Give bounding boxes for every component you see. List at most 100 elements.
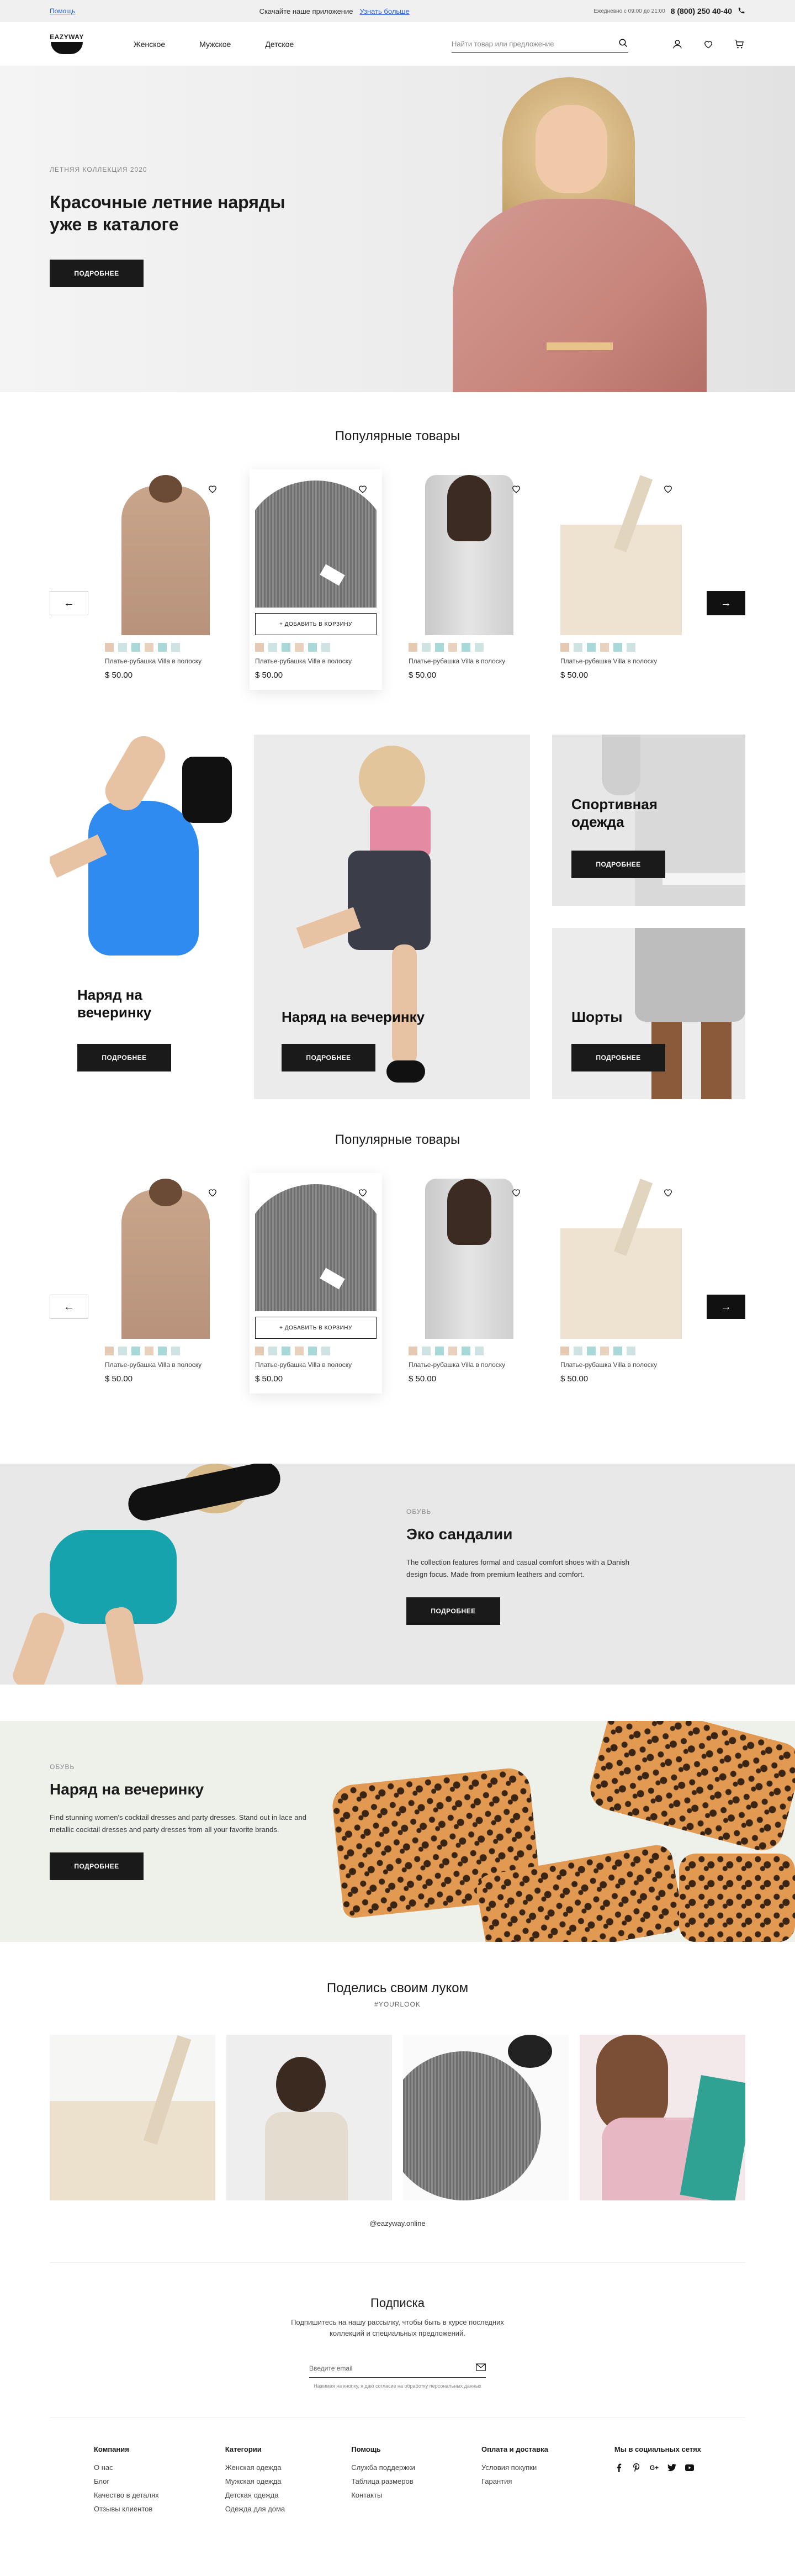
color-swatch[interactable]	[295, 1347, 304, 1355]
favorite-heart-icon[interactable]	[206, 483, 219, 495]
color-swatch[interactable]	[574, 1347, 582, 1355]
youtube-icon[interactable]	[685, 2463, 694, 2472]
color-swatch[interactable]	[574, 643, 582, 652]
search-icon[interactable]	[618, 38, 628, 50]
color-swatch[interactable]	[475, 1347, 484, 1355]
add-to-cart-button[interactable]: + ДОБАВИТЬ В КОРЗИНУ	[255, 613, 377, 635]
color-swatch[interactable]	[118, 643, 127, 652]
site-logo[interactable]: EAZYWAY	[50, 33, 84, 55]
color-swatch[interactable]	[613, 643, 622, 652]
cart-icon[interactable]	[733, 38, 745, 50]
color-swatch[interactable]	[600, 643, 609, 652]
favorite-heart-icon[interactable]	[357, 1186, 369, 1199]
color-swatch[interactable]	[462, 643, 470, 652]
add-to-cart-button[interactable]: + ДОБАВИТЬ В КОРЗИНУ	[255, 1317, 377, 1339]
phone-number[interactable]: 8 (800) 250 40-40	[671, 7, 732, 15]
category-card-party-2[interactable]: Наряд на вечеринку ПОДРОБНЕЕ	[254, 735, 530, 1099]
nav-men[interactable]: Мужское	[199, 40, 231, 49]
footer-link[interactable]: Блог	[94, 2477, 159, 2485]
wishlist-heart-icon[interactable]	[702, 38, 714, 50]
facebook-icon[interactable]	[614, 2463, 623, 2472]
gallery-image[interactable]	[403, 2035, 569, 2200]
carousel-prev-button[interactable]: ←	[50, 591, 88, 615]
product-image[interactable]: + ДОБАВИТЬ В КОРЗИНУ	[255, 1179, 377, 1339]
product-image[interactable]: + ДОБАВИТЬ В КОРЗИНУ	[255, 475, 377, 635]
product-card[interactable]: Платье-рубашка Villa в полоску $ 50.00	[560, 475, 682, 680]
product-name[interactable]: Платье-рубашка Villa в полоску	[105, 657, 226, 665]
email-field[interactable]: Введите email	[309, 2359, 486, 2378]
carousel-next-button[interactable]: →	[707, 591, 745, 615]
hero-more-button[interactable]: ПОДРОБНЕЕ	[50, 260, 144, 287]
color-swatch[interactable]	[131, 643, 140, 652]
color-swatch[interactable]	[627, 643, 635, 652]
footer-link[interactable]: Отзывы клиентов	[94, 2505, 159, 2513]
app-learn-more-link[interactable]: Узнать больше	[359, 7, 409, 15]
party-more-button[interactable]: ПОДРОБНЕЕ	[50, 1852, 144, 1880]
twitter-icon[interactable]	[667, 2463, 676, 2472]
favorite-heart-icon[interactable]	[510, 1186, 522, 1199]
phone-icon[interactable]	[738, 7, 745, 16]
color-swatch[interactable]	[462, 1347, 470, 1355]
favorite-heart-icon[interactable]	[662, 483, 674, 495]
color-swatch[interactable]	[409, 643, 417, 652]
product-name[interactable]: Платье-рубашка Villa в полоску	[255, 1361, 377, 1369]
color-swatch[interactable]	[321, 643, 330, 652]
color-swatch[interactable]	[268, 1347, 277, 1355]
product-image[interactable]	[105, 1179, 226, 1339]
category-more-button[interactable]: ПОДРОБНЕЕ	[571, 1044, 665, 1071]
color-swatch[interactable]	[600, 1347, 609, 1355]
favorite-heart-icon[interactable]	[510, 483, 522, 495]
product-card[interactable]: Платье-рубашка Villa в полоску $ 50.00	[560, 1179, 682, 1384]
product-name[interactable]: Платье-рубашка Villa в полоску	[560, 1361, 682, 1369]
color-swatch[interactable]	[308, 1347, 317, 1355]
pinterest-icon[interactable]	[632, 2463, 641, 2472]
product-card[interactable]: + ДОБАВИТЬ В КОРЗИНУ Платье-рубашка Vill…	[250, 1173, 382, 1393]
product-image[interactable]	[409, 1179, 530, 1339]
eco-more-button[interactable]: ПОДРОБНЕЕ	[406, 1597, 500, 1625]
color-swatch[interactable]	[560, 643, 569, 652]
footer-link[interactable]: Женская одежда	[225, 2463, 285, 2472]
color-swatch[interactable]	[131, 1347, 140, 1355]
footer-link[interactable]: Служба поддержки	[351, 2463, 415, 2472]
nav-women[interactable]: Женское	[134, 40, 165, 49]
product-card[interactable]: Платье-рубашка Villa в полоску $ 50.00	[409, 1179, 530, 1384]
product-image[interactable]	[560, 475, 682, 635]
color-swatch[interactable]	[145, 1347, 153, 1355]
nav-kids[interactable]: Детское	[265, 40, 294, 49]
footer-link[interactable]: Одежда для дома	[225, 2505, 285, 2513]
color-swatch[interactable]	[171, 1347, 180, 1355]
favorite-heart-icon[interactable]	[357, 483, 369, 495]
help-link[interactable]: Помощь	[50, 7, 75, 15]
account-icon[interactable]	[671, 38, 683, 50]
category-more-button[interactable]: ПОДРОБНЕЕ	[571, 851, 665, 878]
product-name[interactable]: Платье-рубашка Villa в полоску	[409, 657, 530, 665]
color-swatch[interactable]	[435, 1347, 444, 1355]
product-card[interactable]: + ДОБАВИТЬ В КОРЗИНУ Платье-рубашка Vill…	[250, 469, 382, 690]
instagram-handle[interactable]: @eazyway.online	[0, 2219, 795, 2227]
footer-link[interactable]: Гарантия	[481, 2477, 548, 2485]
footer-link[interactable]: Детская одежда	[225, 2491, 285, 2499]
color-swatch[interactable]	[171, 643, 180, 652]
color-swatch[interactable]	[295, 643, 304, 652]
favorite-heart-icon[interactable]	[662, 1186, 674, 1199]
color-swatch[interactable]	[282, 1347, 290, 1355]
footer-link[interactable]: Условия покупки	[481, 2463, 548, 2472]
product-name[interactable]: Платье-рубашка Villa в полоску	[105, 1361, 226, 1369]
gallery-image[interactable]	[226, 2035, 392, 2200]
color-swatch[interactable]	[255, 1347, 264, 1355]
product-card[interactable]: Платье-рубашка Villa в полоску $ 50.00	[105, 1179, 226, 1384]
color-swatch[interactable]	[145, 643, 153, 652]
search-input[interactable]: Найти товар или предложение	[452, 35, 628, 53]
gallery-image[interactable]	[50, 2035, 215, 2200]
color-swatch[interactable]	[409, 1347, 417, 1355]
color-swatch[interactable]	[448, 643, 457, 652]
color-swatch[interactable]	[435, 643, 444, 652]
color-swatch[interactable]	[158, 643, 167, 652]
color-swatch[interactable]	[255, 643, 264, 652]
gallery-image[interactable]	[580, 2035, 745, 2200]
color-swatch[interactable]	[105, 1347, 114, 1355]
color-swatch[interactable]	[282, 643, 290, 652]
color-swatch[interactable]	[587, 643, 596, 652]
product-name[interactable]: Платье-рубашка Villa в полоску	[255, 657, 377, 665]
carousel-next-button[interactable]: →	[707, 1295, 745, 1319]
